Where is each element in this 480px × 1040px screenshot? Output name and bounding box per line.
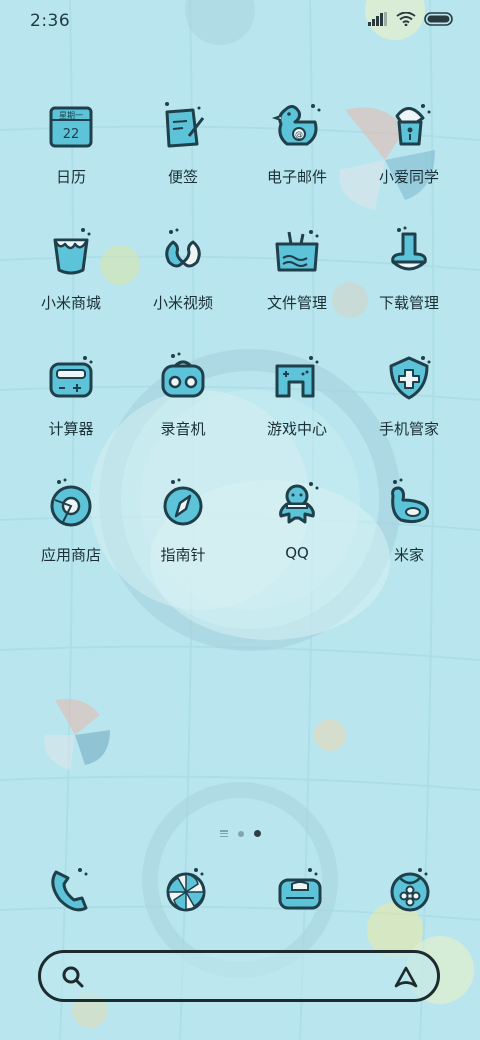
status-bar: 2:36 bbox=[0, 0, 480, 40]
app-label: 小米视频 bbox=[152, 294, 213, 312]
video-icon bbox=[151, 220, 215, 284]
app-mi-home[interactable]: 米家 bbox=[354, 466, 464, 576]
svg-text:星期一: 星期一 bbox=[59, 111, 83, 120]
app-label: 米家 bbox=[393, 546, 424, 564]
calendar-icon: 星期一 22 bbox=[39, 94, 103, 158]
files-icon bbox=[265, 220, 329, 284]
dock-messages[interactable] bbox=[260, 858, 340, 922]
svg-text:22: 22 bbox=[63, 127, 80, 142]
email-duck-icon: @ bbox=[265, 94, 329, 158]
camera-icon bbox=[390, 868, 430, 912]
app-calculator[interactable]: 计算器 bbox=[16, 340, 126, 450]
app-label: QQ bbox=[285, 544, 309, 562]
svg-text:@: @ bbox=[295, 130, 303, 139]
battery-icon bbox=[424, 12, 453, 26]
qq-icon bbox=[265, 472, 329, 536]
download-icon bbox=[377, 220, 441, 284]
app-game-center[interactable]: 游戏中心 bbox=[242, 340, 352, 450]
game-icon bbox=[265, 346, 329, 410]
page-dot-active[interactable] bbox=[253, 830, 261, 837]
app-downloads[interactable]: 下载管理 bbox=[354, 214, 464, 324]
app-label: 文件管理 bbox=[266, 294, 327, 312]
status-time: 2:36 bbox=[30, 11, 71, 31]
mi-home-icon bbox=[377, 472, 441, 536]
browser-icon bbox=[166, 868, 206, 912]
app-mi-video[interactable]: 小米视频 bbox=[128, 214, 238, 324]
app-file-manager[interactable]: 文件管理 bbox=[242, 214, 352, 324]
page-menu-icon[interactable] bbox=[219, 830, 228, 837]
app-label: 计算器 bbox=[48, 420, 94, 438]
app-label: 电子邮件 bbox=[266, 168, 327, 186]
app-label: 便签 bbox=[167, 168, 198, 186]
app-label: 手机管家 bbox=[378, 420, 439, 438]
app-label: 小米商城 bbox=[40, 294, 101, 312]
app-label: 应用商店 bbox=[40, 546, 101, 564]
app-store-icon bbox=[39, 472, 103, 536]
dock-browser[interactable] bbox=[146, 858, 226, 922]
security-icon bbox=[377, 346, 441, 410]
assistant-icon bbox=[377, 94, 441, 158]
notes-icon bbox=[151, 94, 215, 158]
app-label: 指南针 bbox=[160, 546, 206, 564]
messages-icon bbox=[278, 868, 322, 910]
app-label: 录音机 bbox=[160, 420, 206, 438]
app-compass[interactable]: 指南针 bbox=[128, 466, 238, 576]
recorder-icon bbox=[151, 346, 215, 410]
compass-icon bbox=[151, 472, 215, 536]
app-mi-store[interactable]: 小米商城 bbox=[16, 214, 126, 324]
phone-icon bbox=[51, 868, 88, 912]
app-label: 小爱同学 bbox=[378, 168, 439, 186]
store-icon bbox=[39, 220, 103, 284]
calculator-icon bbox=[39, 346, 103, 410]
app-notes[interactable]: 便签 bbox=[128, 88, 238, 198]
app-calendar[interactable]: 星期一 22 日历 bbox=[16, 88, 126, 198]
app-qq[interactable]: QQ bbox=[242, 466, 352, 576]
app-label: 游戏中心 bbox=[266, 420, 327, 438]
ai-assistant-icon[interactable] bbox=[393, 965, 419, 989]
app-recorder[interactable]: 录音机 bbox=[128, 340, 238, 450]
signal-icon bbox=[368, 12, 387, 26]
search-icon[interactable] bbox=[61, 965, 85, 989]
app-email[interactable]: @ 电子邮件 bbox=[242, 88, 352, 198]
app-xiaoai[interactable]: 小爱同学 bbox=[354, 88, 464, 198]
wifi-icon bbox=[396, 12, 416, 26]
dock-camera[interactable] bbox=[370, 858, 450, 922]
app-label: 下载管理 bbox=[378, 294, 439, 312]
app-label: 日历 bbox=[55, 168, 86, 186]
page-indicator[interactable] bbox=[0, 830, 480, 837]
app-app-store[interactable]: 应用商店 bbox=[16, 466, 126, 576]
page-dot[interactable] bbox=[237, 830, 244, 837]
app-security[interactable]: 手机管家 bbox=[354, 340, 464, 450]
status-icons bbox=[368, 12, 454, 26]
search-bar[interactable] bbox=[38, 950, 440, 1002]
dock-phone[interactable] bbox=[30, 858, 110, 922]
